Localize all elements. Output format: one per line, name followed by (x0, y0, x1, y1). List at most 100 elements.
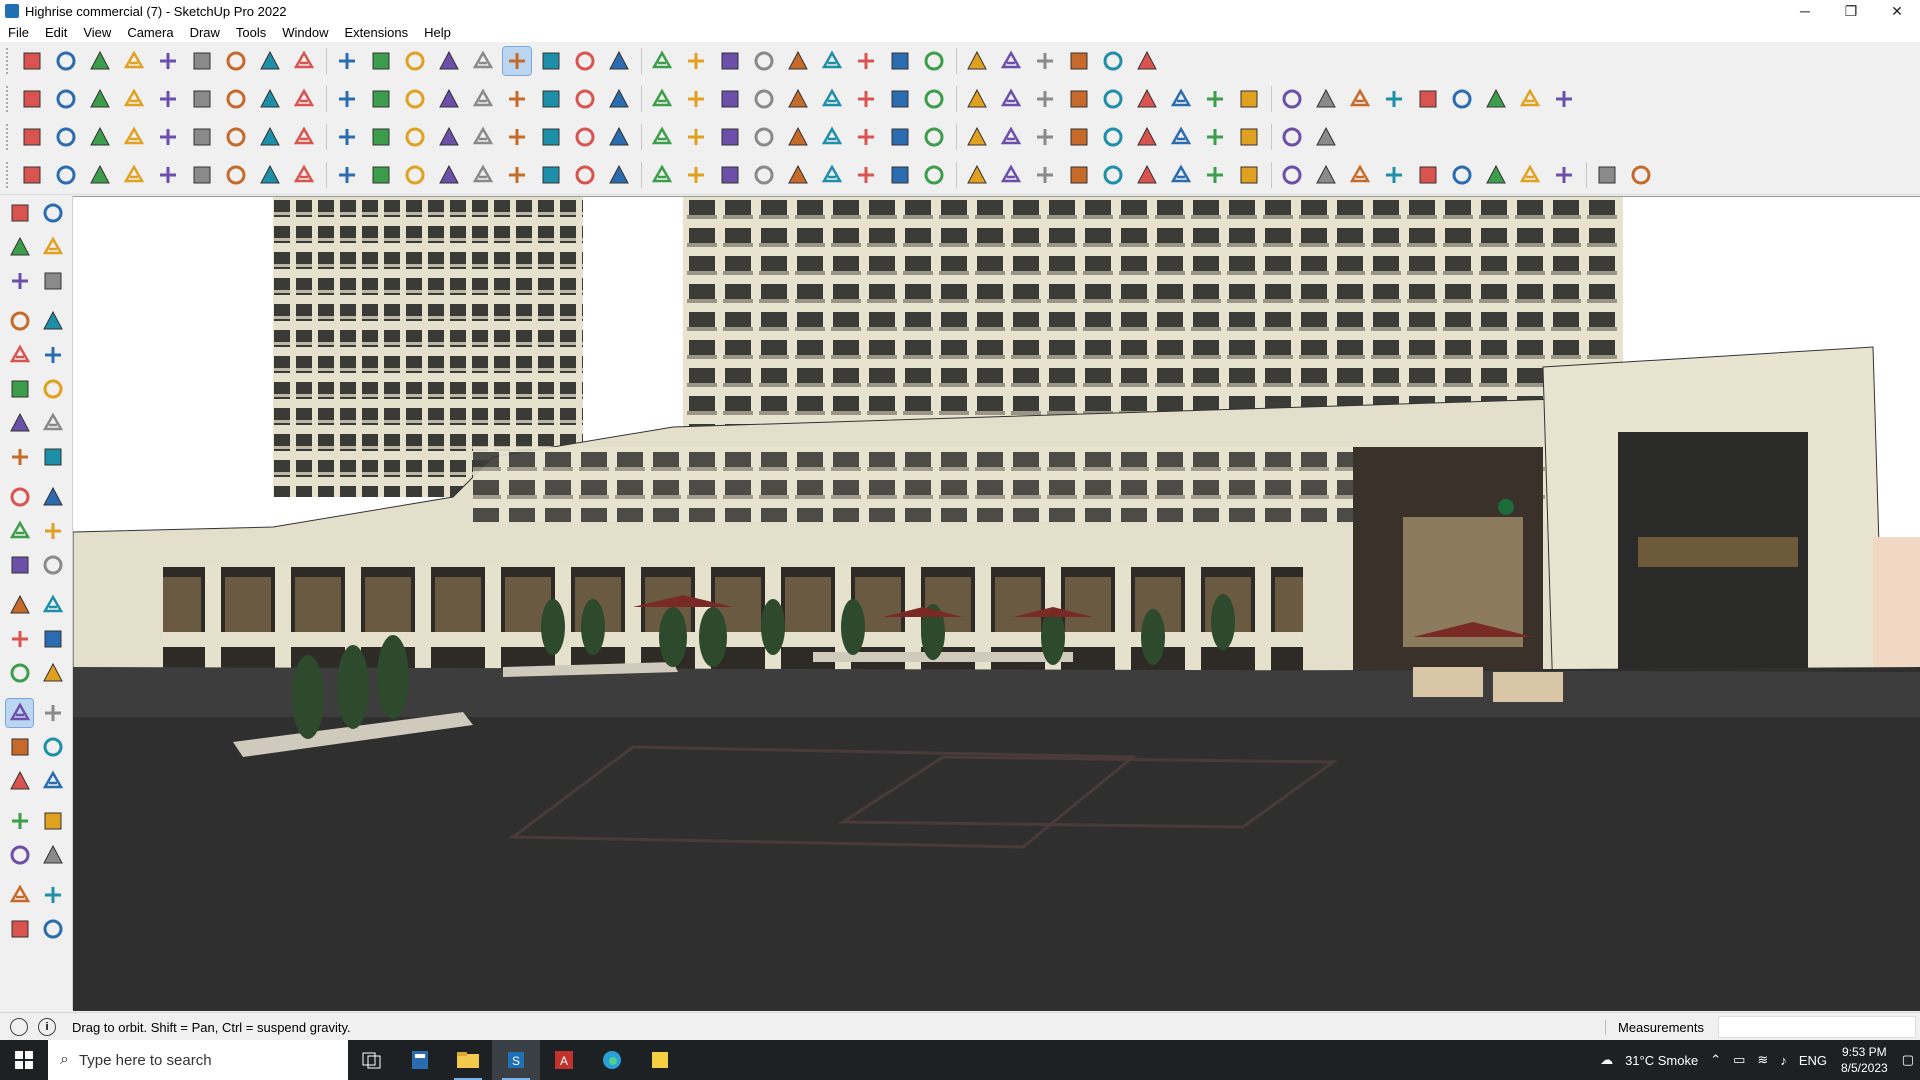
hatch17-icon[interactable] (1380, 161, 1408, 189)
redo-icon[interactable] (1099, 47, 1127, 75)
rectangle-icon[interactable] (6, 341, 33, 369)
leaf-icon[interactable] (852, 85, 880, 113)
spiral-icon[interactable] (1167, 85, 1195, 113)
solid-union-icon[interactable] (1414, 85, 1442, 113)
rail2-icon[interactable] (469, 85, 497, 113)
bucket-icon[interactable] (852, 123, 880, 151)
pipe-icon[interactable] (401, 123, 429, 151)
terrain-icon[interactable] (6, 881, 33, 909)
taskbar-search[interactable]: ⌕ Type here to search (48, 1040, 348, 1080)
cube-outline-icon[interactable] (1627, 161, 1655, 189)
table-icon[interactable] (1099, 123, 1127, 151)
terrain-icon[interactable] (716, 47, 744, 75)
solid-trim-icon[interactable] (1482, 85, 1510, 113)
look-around-icon[interactable] (39, 807, 66, 835)
magnet-icon[interactable] (886, 123, 914, 151)
menu-draw[interactable]: Draw (182, 25, 228, 40)
donut-icon[interactable] (1133, 85, 1161, 113)
extrude-icon[interactable] (333, 161, 361, 189)
arc-icon[interactable] (154, 47, 182, 75)
solid-split-icon[interactable] (1516, 85, 1544, 113)
zoom-extents-icon[interactable] (6, 767, 33, 795)
toolbar-grip[interactable] (6, 162, 12, 188)
grid-orange-icon[interactable] (1201, 123, 1229, 151)
menu-extensions[interactable]: Extensions (337, 25, 417, 40)
geo-location-icon[interactable] (10, 1018, 28, 1036)
layer-red-icon[interactable] (154, 123, 182, 151)
notifications-icon[interactable]: ▢ (1896, 1052, 1920, 1068)
volume-icon[interactable]: ♪ (1774, 1053, 1793, 1068)
hatch1-icon[interactable] (818, 161, 846, 189)
start-button[interactable] (0, 1040, 48, 1080)
house3-icon[interactable] (750, 85, 778, 113)
zoom-window-icon[interactable] (39, 733, 66, 761)
3d-model-view[interactable] (73, 197, 1920, 1011)
leaf2-icon[interactable] (716, 161, 744, 189)
hatch15-icon[interactable] (1312, 161, 1340, 189)
stamp-icon[interactable] (1346, 85, 1374, 113)
pencil-icon[interactable] (120, 47, 148, 75)
walk-icon[interactable] (6, 841, 33, 869)
tape-measure-icon[interactable] (6, 591, 33, 619)
window-icon[interactable] (1133, 123, 1161, 151)
cone-icon[interactable] (605, 123, 633, 151)
wifi-icon[interactable]: ≋ (1751, 1052, 1774, 1068)
paint-bucket-icon[interactable] (6, 233, 33, 261)
warehouse-icon[interactable] (818, 47, 846, 75)
snap-icon[interactable] (818, 123, 846, 151)
follow-me-icon[interactable] (39, 517, 66, 545)
pan-icon[interactable] (39, 699, 66, 727)
component-icon[interactable] (39, 199, 66, 227)
mesh-icon[interactable] (256, 161, 284, 189)
text-icon[interactable] (435, 47, 463, 75)
warning-icon[interactable] (682, 123, 710, 151)
sticky-notes-icon[interactable] (636, 1040, 684, 1080)
cross-grid-icon[interactable] (1167, 123, 1195, 151)
zoom-icon[interactable] (571, 47, 599, 75)
rotate-icon[interactable] (6, 517, 33, 545)
slope-icon[interactable] (435, 161, 463, 189)
column-icon[interactable] (605, 161, 633, 189)
polygon-icon[interactable] (39, 375, 66, 403)
car-icon[interactable] (86, 161, 114, 189)
cube-green-icon[interactable] (920, 123, 948, 151)
stairs-icon[interactable] (571, 161, 599, 189)
section-plane-icon[interactable] (648, 47, 676, 75)
hatch22-icon[interactable] (1550, 161, 1578, 189)
scale-icon[interactable] (6, 551, 33, 579)
menu-file[interactable]: File (0, 25, 37, 40)
layer-green-icon[interactable] (120, 123, 148, 151)
hatch4-icon[interactable] (920, 161, 948, 189)
protractor-icon[interactable] (6, 625, 33, 653)
ellipse-icon[interactable] (1031, 85, 1059, 113)
move-green-icon[interactable] (256, 85, 284, 113)
select-icon[interactable] (6, 199, 33, 227)
sphere-icon[interactable] (290, 161, 318, 189)
hatch21-icon[interactable] (1516, 161, 1544, 189)
previous-view-icon[interactable] (39, 767, 66, 795)
pipe-bend-icon[interactable] (222, 161, 250, 189)
box-icon[interactable] (367, 123, 395, 151)
zoom-icon[interactable] (6, 733, 33, 761)
scale-icon[interactable] (367, 47, 395, 75)
circle-icon[interactable] (963, 85, 991, 113)
pencil-red-icon[interactable] (1278, 85, 1306, 113)
hatch2-icon[interactable] (852, 161, 880, 189)
grid-icon[interactable] (1380, 85, 1408, 113)
outline-icon[interactable] (1235, 85, 1263, 113)
move-icon[interactable] (6, 483, 33, 511)
menu-tools[interactable]: Tools (228, 25, 274, 40)
hatch6-icon[interactable] (997, 161, 1025, 189)
house2-icon[interactable] (716, 85, 744, 113)
pencil-icon[interactable] (39, 267, 66, 295)
layers-icon[interactable] (188, 161, 216, 189)
menu-camera[interactable]: Camera (119, 25, 181, 40)
model-viewport[interactable] (73, 196, 1920, 1011)
arc-line-icon[interactable] (469, 161, 497, 189)
section-icon[interactable] (6, 267, 33, 295)
iso-view-icon[interactable] (18, 85, 46, 113)
dimension-icon[interactable] (39, 591, 66, 619)
orbit-icon[interactable] (502, 46, 532, 76)
dimension-icon[interactable] (997, 47, 1025, 75)
front-view-icon[interactable] (86, 85, 114, 113)
